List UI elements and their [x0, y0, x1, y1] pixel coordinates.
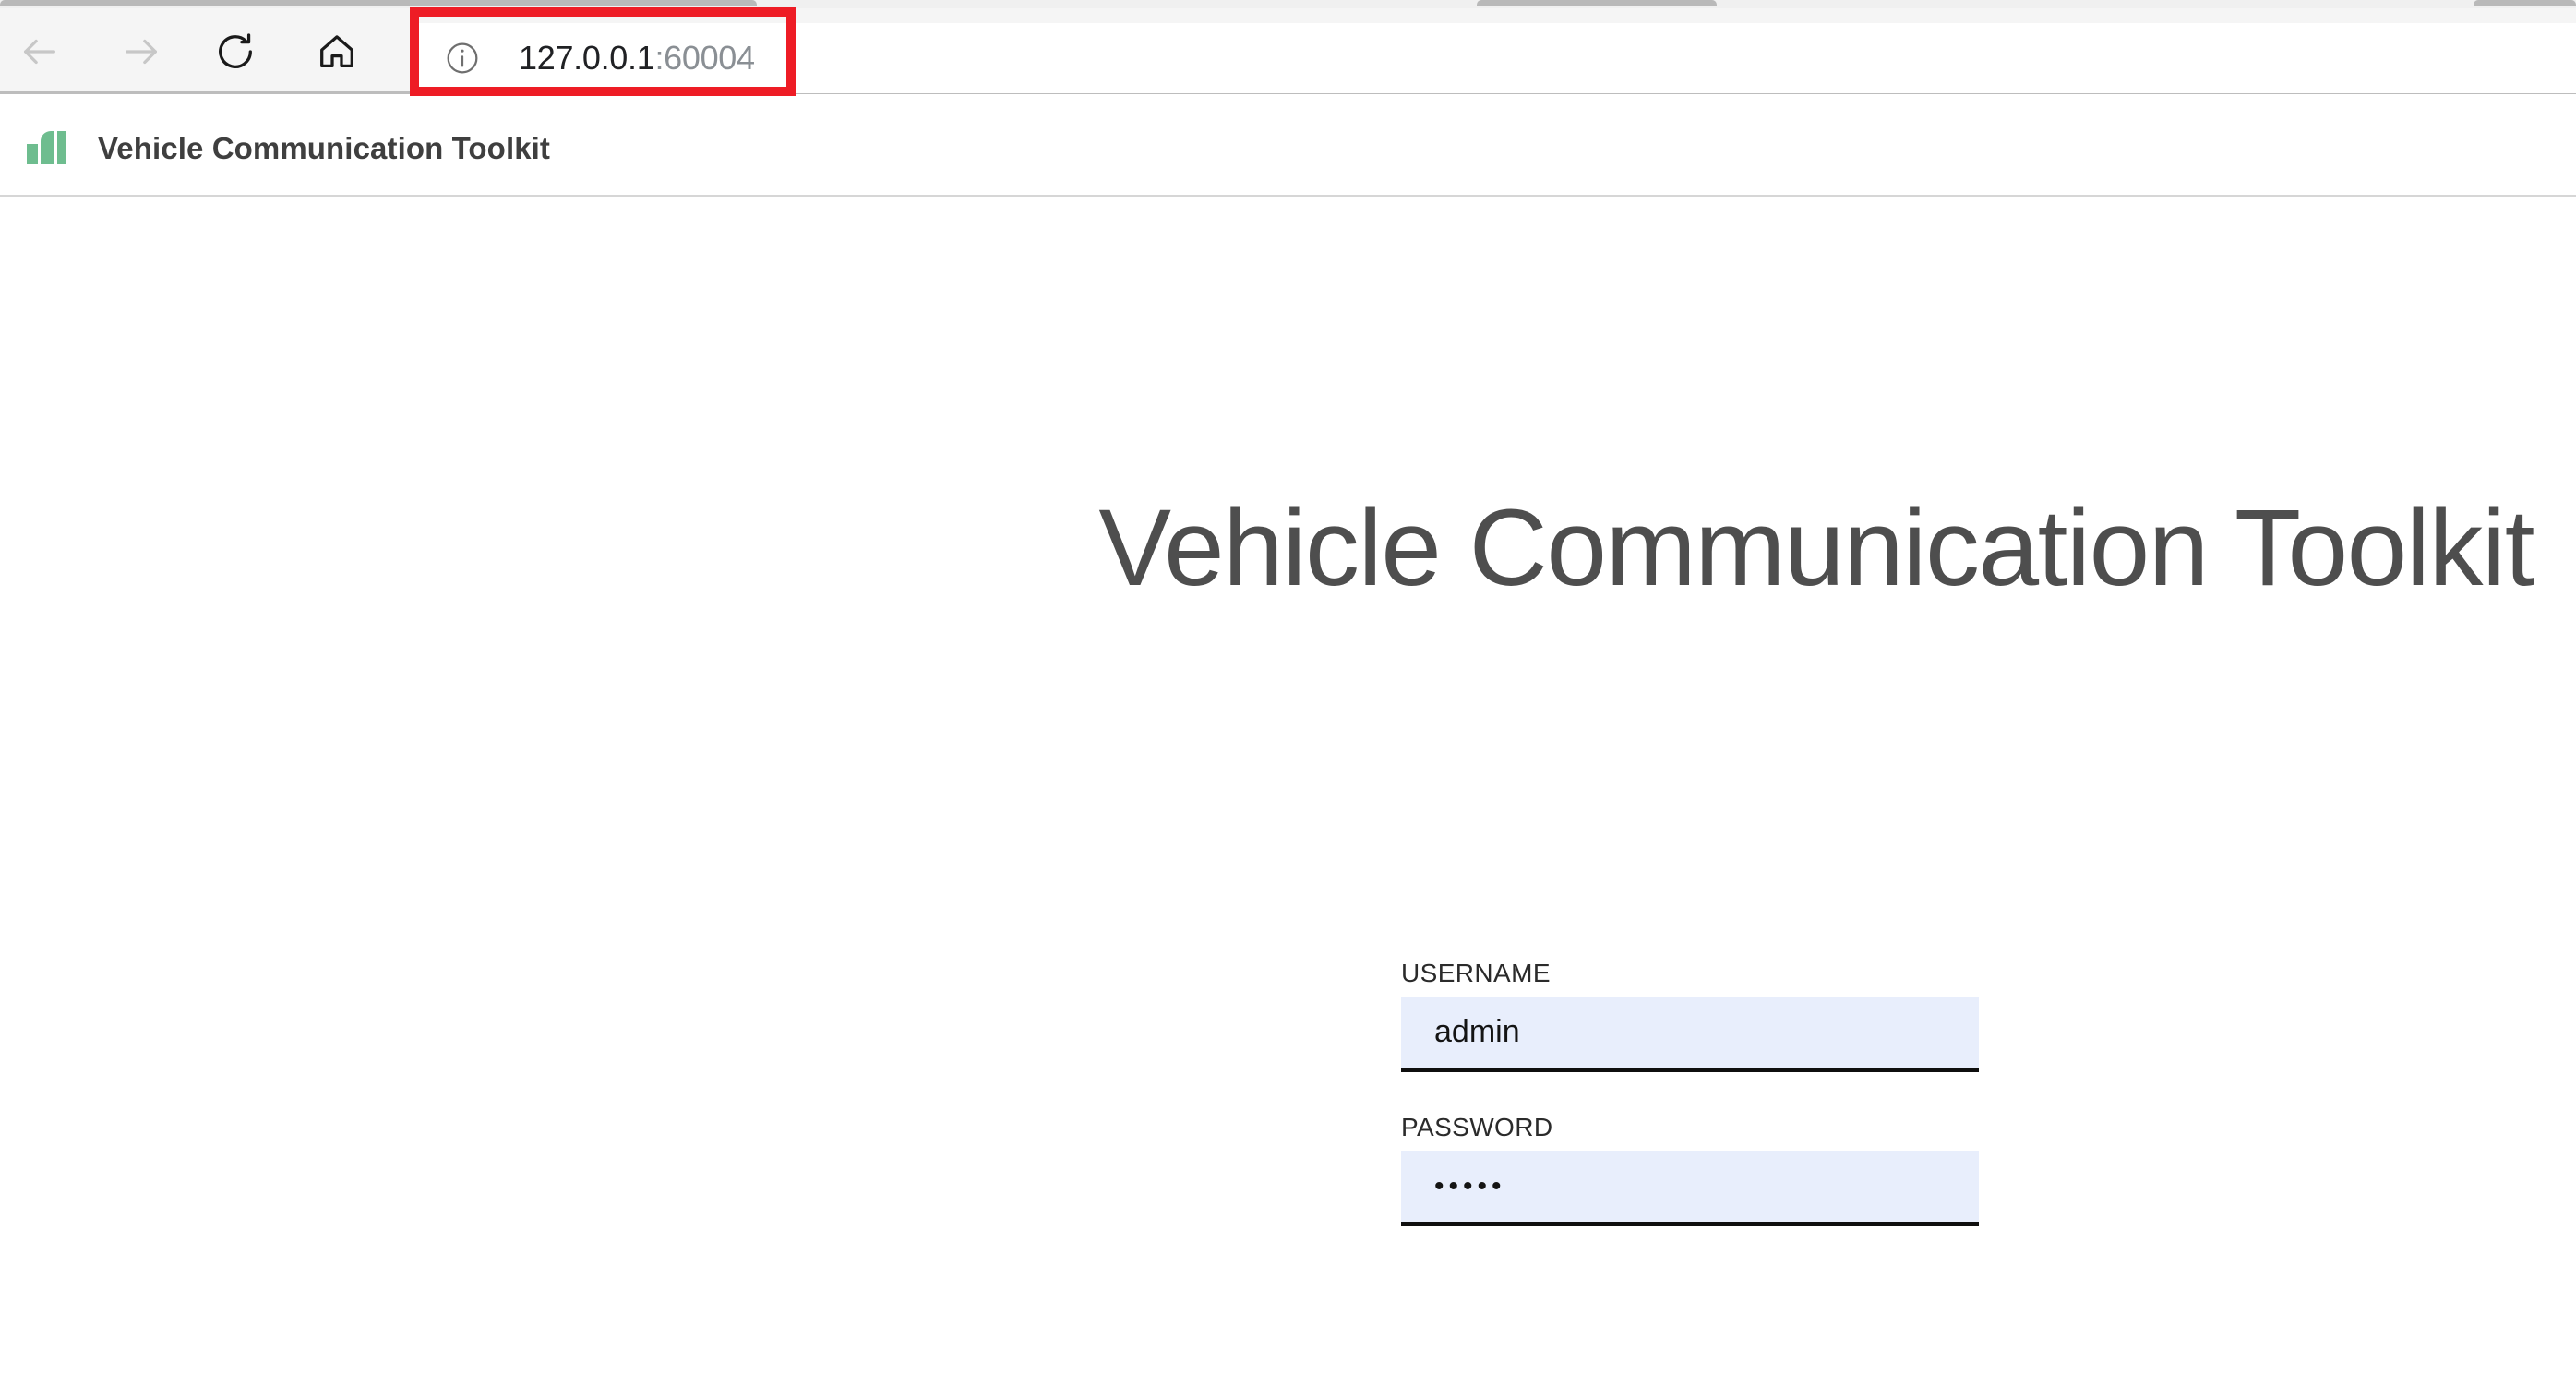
- url-port: :60004: [654, 39, 755, 77]
- reload-icon: [214, 30, 257, 73]
- username-input[interactable]: [1401, 997, 1979, 1072]
- app-header-title: Vehicle Communication Toolkit: [98, 130, 551, 165]
- arrow-right-icon: [120, 30, 162, 73]
- ni-logo-icon: [27, 131, 67, 164]
- username-field-group: USERNAME: [1401, 959, 1979, 1072]
- browser-tab[interactable]: [2474, 0, 2576, 6]
- page-title: Vehicle Communication Toolkit: [1098, 487, 2534, 609]
- home-icon: [316, 30, 358, 73]
- arrow-left-icon: [18, 30, 61, 73]
- address-bar-text: 127.0.0.1:60004: [519, 39, 755, 78]
- login-form: USERNAME PASSWORD: [1401, 959, 1979, 1226]
- username-label: USERNAME: [1401, 959, 1551, 987]
- home-button[interactable]: [305, 19, 369, 84]
- url-host: 127.0.0.1: [519, 39, 655, 77]
- address-bar[interactable]: 127.0.0.1:60004: [410, 23, 2576, 93]
- password-field-group: PASSWORD: [1401, 1113, 1979, 1226]
- password-label: PASSWORD: [1401, 1113, 1553, 1141]
- reload-button[interactable]: [203, 19, 268, 84]
- page-content: Vehicle Communication Toolkit USERNAME P…: [0, 197, 2576, 1373]
- browser-tab[interactable]: [0, 0, 757, 6]
- browser-toolbar: 127.0.0.1:60004: [0, 8, 2576, 94]
- back-button[interactable]: [7, 19, 72, 84]
- forward-button[interactable]: [109, 19, 174, 84]
- app-header: Vehicle Communication Toolkit: [0, 101, 2576, 197]
- browser-chrome: 127.0.0.1:60004: [0, 0, 2576, 101]
- password-input[interactable]: [1401, 1151, 1979, 1226]
- browser-tab[interactable]: [1477, 0, 1717, 6]
- browser-tab-strip: [0, 0, 2576, 8]
- info-circle-icon[interactable]: [443, 39, 482, 78]
